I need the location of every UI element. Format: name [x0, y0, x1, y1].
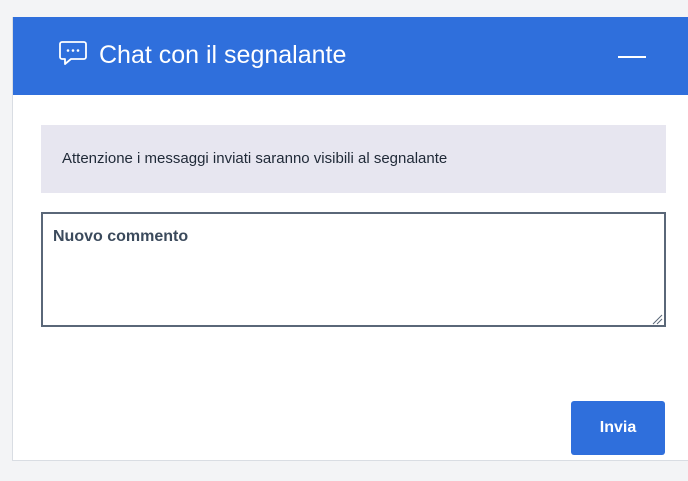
- new-comment-field[interactable]: [41, 212, 666, 327]
- chat-bubble-icon: [58, 39, 88, 67]
- minimize-icon: [618, 56, 646, 58]
- chat-panel: Chat con il segnalante Attenzione i mess…: [12, 17, 688, 461]
- visibility-notice-text: Attenzione i messaggi inviati saranno vi…: [62, 150, 448, 167]
- collapse-button[interactable]: [618, 47, 650, 67]
- resize-handle-icon[interactable]: [651, 312, 663, 325]
- chat-panel-header: Chat con il segnalante: [13, 17, 688, 95]
- chat-panel-title: Chat con il segnalante: [99, 41, 347, 69]
- visibility-notice: Attenzione i messaggi inviati saranno vi…: [41, 125, 666, 193]
- send-button[interactable]: Invia: [571, 401, 665, 455]
